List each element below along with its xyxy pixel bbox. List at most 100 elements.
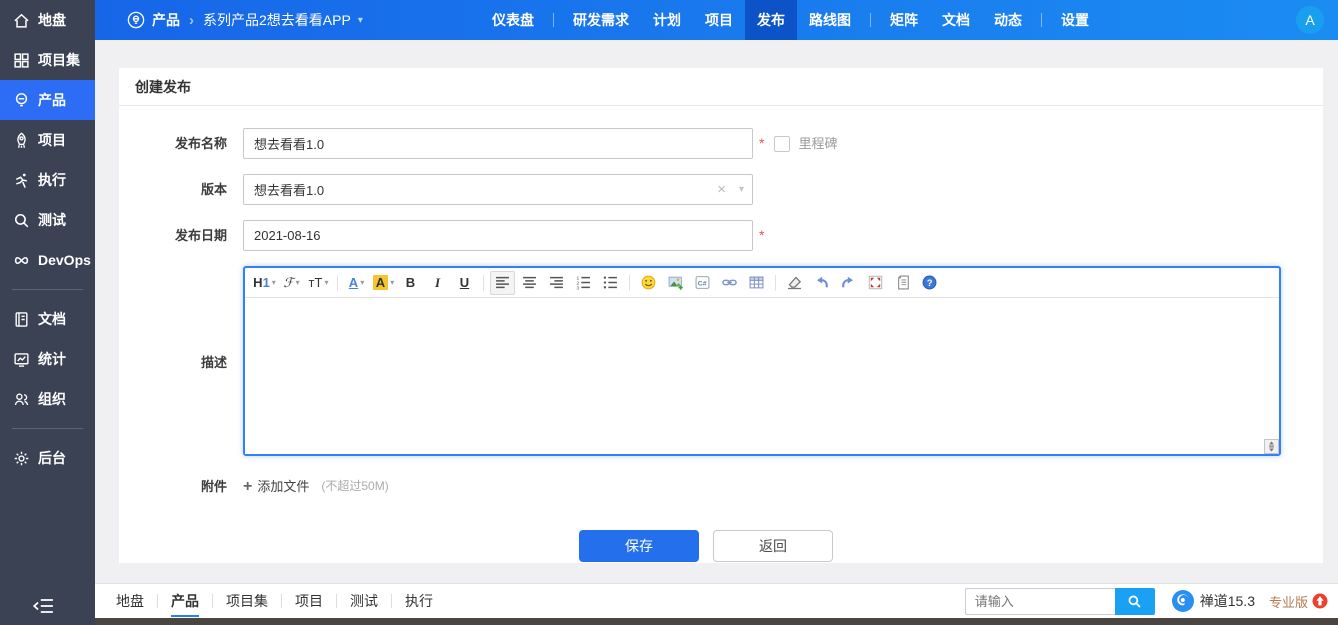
footer-tab-项目[interactable]: 项目 <box>282 585 336 618</box>
bold-icon[interactable]: B <box>398 271 423 295</box>
required-asterisk: * <box>759 227 765 243</box>
sidebar-item-产品[interactable]: 产品 <box>0 80 95 120</box>
release-date-label: 发布日期 <box>174 228 227 243</box>
product-icon <box>127 11 145 29</box>
editor-resize-handle[interactable] <box>1264 439 1279 454</box>
sidebar-item-DevOps[interactable]: DevOps <box>0 240 95 280</box>
undo-icon[interactable] <box>809 271 834 295</box>
attachment-row: 附件 + 添加文件 (不超过50M) <box>119 471 1323 502</box>
add-file-link[interactable]: + 添加文件 <box>243 471 309 502</box>
sidebar-item-label: 文档 <box>38 311 66 327</box>
create-release-panel: 创建发布 发布名称 * 里程碑 版本 × ▾ <box>119 68 1323 563</box>
chevron-down-icon[interactable]: ▾ <box>358 15 363 26</box>
sidebar-item-项目集[interactable]: 项目集 <box>0 40 95 80</box>
nav-item-文档[interactable]: 文档 <box>930 0 982 40</box>
sidebar-item-后台[interactable]: 后台 <box>0 438 95 478</box>
ordered-list-icon[interactable]: 123 <box>571 271 596 295</box>
sidebar-item-label: 项目集 <box>38 52 80 68</box>
nav-item-动态[interactable]: 动态 <box>982 0 1034 40</box>
attachment-label: 附件 <box>200 479 227 494</box>
svg-text:C#: C# <box>698 280 707 287</box>
image-icon[interactable] <box>663 271 688 295</box>
upgrade-badge-icon[interactable] <box>1312 593 1328 609</box>
build-select[interactable] <box>243 174 753 205</box>
clear-icon[interactable]: × <box>717 174 726 205</box>
highlight-color-icon[interactable]: A ▾ <box>371 271 396 295</box>
sidebar-item-文档[interactable]: 文档 <box>0 299 95 339</box>
toolbar-separator <box>483 274 484 291</box>
breadcrumb-entry[interactable]: 系列产品2想去看看APP <box>203 10 351 30</box>
footer-tab-地盘[interactable]: 地盘 <box>103 585 157 618</box>
footer-tab-测试[interactable]: 测试 <box>337 585 391 618</box>
nav-item-仪表盘[interactable]: 仪表盘 <box>480 0 546 40</box>
sidebar-item-组织[interactable]: 组织 <box>0 379 95 419</box>
footer-tab-产品[interactable]: 产品 <box>158 585 212 618</box>
edition-link[interactable]: 专业版 <box>1269 592 1308 611</box>
back-button[interactable]: 返回 <box>713 530 833 562</box>
release-date-input[interactable] <box>243 220 753 251</box>
align-left-icon[interactable] <box>490 270 515 295</box>
remove-format-icon[interactable] <box>782 271 807 295</box>
sidebar-item-label: 测试 <box>38 212 66 228</box>
user-avatar[interactable]: A <box>1296 6 1324 34</box>
italic-icon[interactable]: I <box>425 271 450 295</box>
sidebar-item-label: 组织 <box>38 391 66 407</box>
nav-item-路线图[interactable]: 路线图 <box>797 0 863 40</box>
sidebar-item-执行[interactable]: 执行 <box>0 160 95 200</box>
project-icon <box>13 132 30 149</box>
fullscreen-icon[interactable] <box>863 271 888 295</box>
heading-icon[interactable]: H 1 ▾ <box>252 271 277 295</box>
align-center-icon[interactable] <box>517 271 542 295</box>
save-button[interactable]: 保存 <box>579 530 699 562</box>
rich-text-editor: H 1 ▾ ℱ ▾ тT ▾ A ▾ A ▾ B I U 1 2 3 C#? <box>243 266 1281 456</box>
emoticon-icon[interactable] <box>636 271 661 295</box>
about-icon[interactable]: ? <box>917 271 942 295</box>
milestone-checkbox[interactable] <box>774 136 791 152</box>
align-right-icon[interactable] <box>544 271 569 295</box>
release-name-label: 发布名称 <box>174 136 227 151</box>
sidebar-item-统计[interactable]: 统计 <box>0 339 95 379</box>
nav-item-设置[interactable]: 设置 <box>1049 0 1101 40</box>
font-family-icon[interactable]: ℱ ▾ <box>279 271 304 295</box>
footer-tab-label: 地盘 <box>116 592 144 609</box>
nav-item-项目[interactable]: 项目 <box>693 0 745 40</box>
code-icon[interactable]: C# <box>690 271 715 295</box>
release-name-input[interactable] <box>243 128 753 159</box>
sidebar-item-label: 产品 <box>38 92 66 108</box>
nav-item-矩阵[interactable]: 矩阵 <box>878 0 930 40</box>
search-input[interactable] <box>964 587 1115 615</box>
font-color-icon[interactable]: A ▾ <box>344 271 369 295</box>
release-name-row: 发布名称 * 里程碑 <box>119 128 1323 159</box>
search-button[interactable] <box>1114 587 1155 615</box>
sidebar-collapse-icon[interactable] <box>32 597 54 615</box>
build-row: 版本 × ▾ <box>119 174 1323 205</box>
sidebar-item-项目[interactable]: 项目 <box>0 120 95 160</box>
underline-icon[interactable]: U <box>452 271 477 295</box>
link-icon[interactable] <box>717 271 742 295</box>
footer-tab-项目集[interactable]: 项目集 <box>213 585 281 618</box>
font-size-icon[interactable]: тT ▾ <box>306 271 331 295</box>
zentao-logo-icon <box>1171 589 1195 613</box>
nav-item-研发需求[interactable]: 研发需求 <box>561 0 641 40</box>
sidebar-item-地盘[interactable]: 地盘 <box>0 0 95 40</box>
chevron-down-icon[interactable]: ▾ <box>739 174 744 205</box>
required-asterisk: * <box>759 135 765 151</box>
source-icon[interactable] <box>890 271 915 295</box>
svg-text:?: ? <box>927 278 933 288</box>
unordered-list-icon[interactable] <box>598 271 623 295</box>
footer-tab-label: 项目集 <box>226 592 268 609</box>
nav-item-计划[interactable]: 计划 <box>641 0 693 40</box>
org-icon <box>13 391 30 408</box>
footer-tab-执行[interactable]: 执行 <box>392 585 446 618</box>
table-icon[interactable] <box>744 271 769 295</box>
sidebar-item-测试[interactable]: 测试 <box>0 200 95 240</box>
breadcrumb-module[interactable]: 产品 <box>152 10 180 30</box>
redo-icon[interactable] <box>836 271 861 295</box>
description-label: 描述 <box>200 354 227 370</box>
nav-divider <box>870 13 871 27</box>
nav-item-发布[interactable]: 发布 <box>745 0 797 40</box>
product-icon <box>13 92 30 109</box>
editor-content-area[interactable] <box>245 298 1279 454</box>
module-nav: 仪表盘 研发需求 计划 项目 发布 路线图 矩阵 文档 动态 设置 <box>480 0 1101 40</box>
add-file-label: 添加文件 <box>257 479 310 494</box>
